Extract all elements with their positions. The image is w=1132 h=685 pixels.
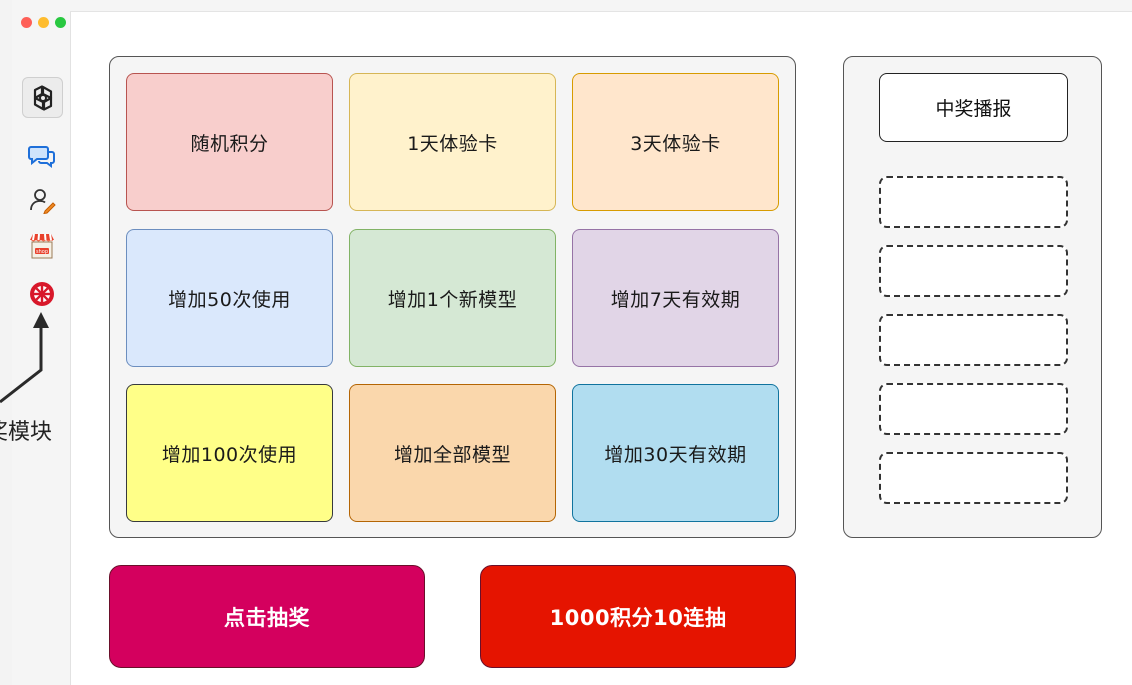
shop-icon[interactable]: shop <box>24 230 60 262</box>
draw-button[interactable]: 点击抽奖 <box>109 565 425 668</box>
broadcast-slot <box>879 314 1068 366</box>
window-maximize-button[interactable] <box>55 17 66 28</box>
window-close-button[interactable] <box>21 17 32 28</box>
broadcast-slot <box>879 176 1068 228</box>
annotation-arrow <box>0 312 49 404</box>
chat-icon[interactable] <box>24 141 60 171</box>
prize-cell-50-uses: 增加50次使用 <box>126 229 333 367</box>
window-titlebar <box>70 0 1132 12</box>
prize-cell-3day-trial: 3天体验卡 <box>572 73 779 211</box>
svg-text:shop: shop <box>36 249 48 255</box>
broadcast-title: 中奖播报 <box>879 73 1068 142</box>
window-minimize-button[interactable] <box>38 17 49 28</box>
prize-cell-1-new-model: 增加1个新模型 <box>349 229 556 367</box>
ten-draw-button[interactable]: 1000积分10连抽 <box>480 565 796 668</box>
prize-cell-all-models: 增加全部模型 <box>349 384 556 522</box>
openai-logo-icon[interactable] <box>22 77 63 118</box>
user-icon[interactable] <box>24 185 60 215</box>
annotation-label: 奖模块 <box>0 420 53 445</box>
broadcast-slot <box>879 245 1068 297</box>
prize-cell-random-points: 随机积分 <box>126 73 333 211</box>
prize-cell-30day-validity: 增加30天有效期 <box>572 384 779 522</box>
prize-cell-1day-trial: 1天体验卡 <box>349 73 556 211</box>
prize-cell-7day-validity: 增加7天有效期 <box>572 229 779 367</box>
broadcast-slot <box>879 383 1068 435</box>
broadcast-slot <box>879 452 1068 504</box>
prize-cell-100-uses: 增加100次使用 <box>126 384 333 522</box>
